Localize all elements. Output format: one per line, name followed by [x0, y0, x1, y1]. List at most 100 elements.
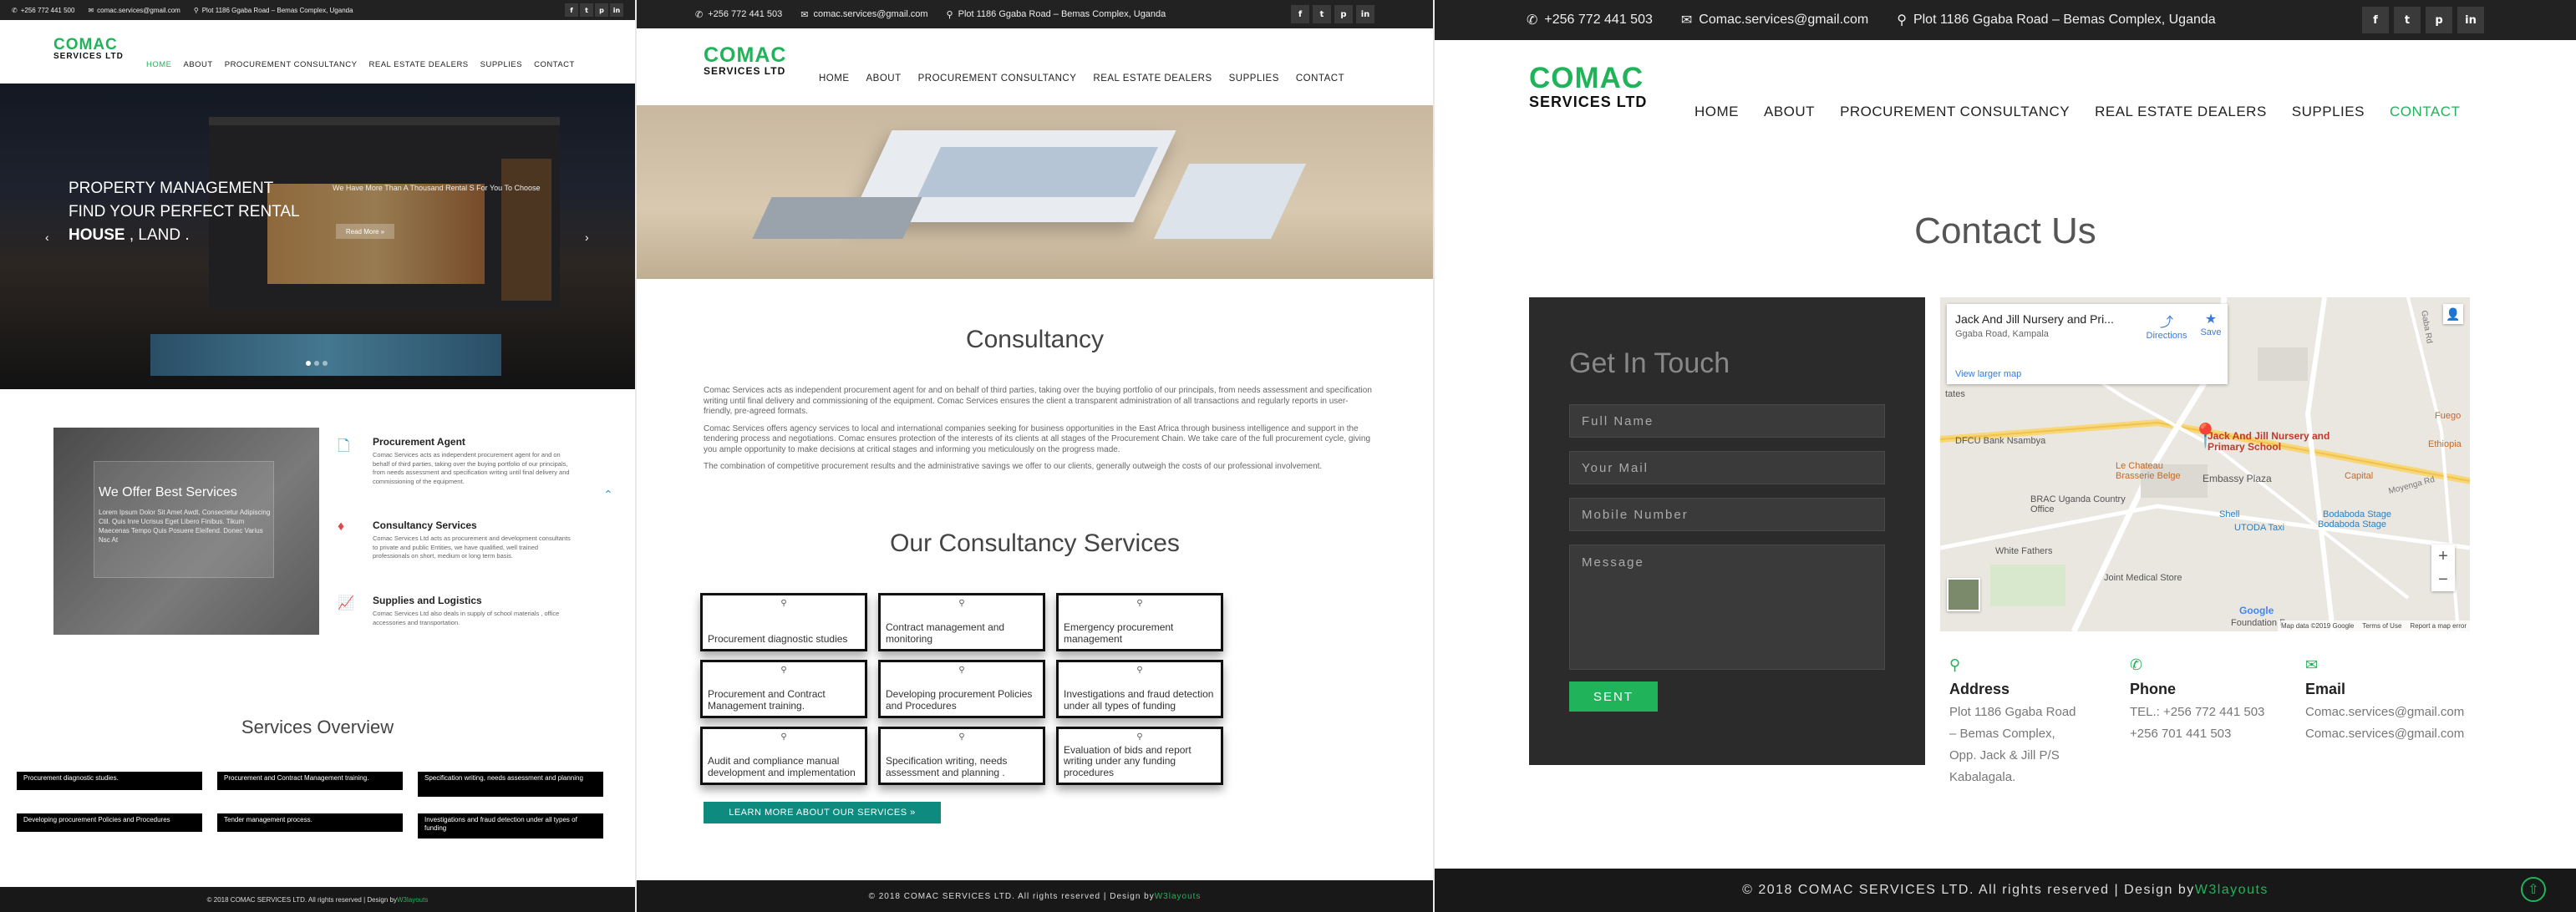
twitter-icon[interactable]: t: [2394, 7, 2421, 33]
scroll-to-top-icon[interactable]: ⇧: [2521, 877, 2546, 902]
email-info[interactable]: ✉ comac.services@gmail.com: [88, 7, 180, 14]
facebook-icon[interactable]: f: [1291, 5, 1309, 23]
nav-real-estate[interactable]: REAL ESTATE DEALERS: [369, 60, 469, 69]
phone-info: ✆ +256 772 441 503: [1527, 12, 1653, 28]
facebook-icon[interactable]: f: [2362, 7, 2389, 33]
twitter-icon[interactable]: t: [580, 3, 593, 17]
footer-design-link[interactable]: W3layouts: [397, 896, 428, 904]
overview-item[interactable]: Specification writing, needs assessment …: [418, 772, 603, 797]
mobile-input[interactable]: Mobile Number: [1569, 498, 1885, 531]
site-logo[interactable]: COMAC SERVICES LTD: [704, 45, 786, 77]
pin-icon: ⚲: [780, 732, 787, 742]
scroll-up-icon[interactable]: ⌃: [603, 488, 613, 502]
site-logo[interactable]: COMAC SERVICES LTD: [53, 37, 124, 61]
save-button[interactable]: ★ Save: [2194, 311, 2228, 337]
hero-subtext: We Have More Than A Thousand Rental S Fo…: [333, 184, 541, 192]
address-info: ⚲ Plot 1186 Ggaba Road – Bemas Complex, U…: [947, 9, 1166, 20]
linkedin-icon[interactable]: in: [2457, 7, 2484, 33]
map-label: UTODA Taxi: [2234, 523, 2285, 533]
facebook-icon[interactable]: f: [565, 3, 578, 17]
pinterest-icon[interactable]: p: [2426, 7, 2452, 33]
overview-item[interactable]: Procurement and Contract Management trai…: [217, 772, 403, 790]
slider-prev-icon[interactable]: ‹: [45, 231, 49, 244]
top-bar: ✆ +256 772 441 503 ✉ Comac.services@gmail.…: [1435, 0, 2576, 40]
overview-item[interactable]: Investigations and fraud detection under…: [418, 813, 603, 839]
site-logo[interactable]: COMAC SERVICES LTD: [1529, 63, 1647, 109]
nav-procurement[interactable]: PROCUREMENT CONSULTANCY: [1840, 104, 2070, 120]
full-name-input[interactable]: Full Name: [1569, 404, 1885, 438]
google-logo: Google: [2239, 605, 2274, 616]
service-card[interactable]: ⚲ Contract management and monitoring: [878, 593, 1045, 651]
linkedin-icon[interactable]: in: [1356, 5, 1374, 23]
email-info[interactable]: ✉ Comac.services@gmail.com: [1681, 12, 1868, 28]
twitter-icon[interactable]: t: [1313, 5, 1331, 23]
nav-about[interactable]: ABOUT: [866, 73, 902, 84]
logo-secondary: SERVICES LTD: [1529, 94, 1648, 110]
send-button[interactable]: SENT: [1569, 681, 1658, 712]
nav-procurement[interactable]: PROCUREMENT CONSULTANCY: [918, 73, 1077, 84]
nav-supplies[interactable]: SUPPLIES: [1229, 73, 1279, 84]
email-text[interactable]: comac.services@gmail.com: [97, 7, 180, 14]
map-label: Fuego: [2435, 411, 2462, 421]
overview-item[interactable]: Developing procurement Policies and Proc…: [17, 813, 202, 832]
service-card[interactable]: ⚲ Developing procurement Policies and Pro…: [878, 660, 1045, 718]
linkedin-icon[interactable]: in: [610, 3, 623, 17]
footer-design-link[interactable]: W3layouts: [2195, 883, 2269, 898]
directions-button[interactable]: ⤴ Directions: [2144, 311, 2189, 341]
feature-list: 🗋 Procurement Agent Comac Services acts …: [338, 436, 580, 645]
email-text[interactable]: comac.services@gmail.com: [813, 9, 927, 19]
consultancy-page-panel: ✆ +256 772 441 503 ✉ comac.services@gmail.…: [637, 0, 1433, 912]
email-info[interactable]: ✉ comac.services@gmail.com: [800, 9, 927, 20]
footer-design-link[interactable]: W3layouts: [1155, 892, 1202, 901]
google-map[interactable]: Jack And Jill Nursery and Pri... Ggaba R…: [1940, 297, 2470, 631]
nav-real-estate[interactable]: REAL ESTATE DEALERS: [1093, 73, 1212, 84]
nav-home[interactable]: HOME: [146, 60, 172, 69]
nav-contact[interactable]: CONTACT: [534, 60, 575, 69]
email-input[interactable]: Your Mail: [1569, 451, 1885, 484]
address-text: Plot 1186 Ggaba Road – Bemas Complex, Ug…: [201, 6, 353, 14]
pin-icon: ⚲: [958, 666, 965, 675]
overview-item[interactable]: Procurement diagnostic studies.: [17, 772, 202, 790]
nav-home[interactable]: HOME: [1694, 104, 1739, 120]
zoom-in-icon[interactable]: +: [2438, 547, 2448, 566]
service-card[interactable]: ⚲ Emergency procurement management: [1056, 593, 1223, 651]
phone-title: Phone: [2130, 681, 2177, 697]
service-card[interactable]: ⚲ Investigations and fraud detection unde…: [1056, 660, 1223, 718]
footer: © 2018 COMAC SERVICES LTD. All rights re…: [1435, 869, 2576, 912]
slider-next-icon[interactable]: ›: [585, 231, 589, 244]
overview-item[interactable]: Tender management process.: [217, 813, 403, 832]
service-card[interactable]: ⚲ Procurement diagnostic studies: [700, 593, 867, 651]
pinterest-icon[interactable]: p: [1334, 5, 1353, 23]
view-larger-map-link[interactable]: View larger map: [1955, 369, 2021, 379]
nav-supplies[interactable]: SUPPLIES: [2292, 104, 2365, 120]
map-info-card: Jack And Jill Nursery and Pri... Ggaba R…: [1947, 304, 2228, 384]
hero-slider: PROPERTY MANAGEMENT FIND YOUR PERFECT RE…: [0, 84, 635, 389]
phone-text: +256 772 441 500: [20, 6, 75, 14]
nav-procurement[interactable]: PROCUREMENT CONSULTANCY: [225, 60, 358, 69]
nav-supplies[interactable]: SUPPLIES: [480, 60, 522, 69]
directions-icon: ⤴: [2159, 316, 2173, 330]
service-card[interactable]: ⚲ Procurement and Contract Management tra…: [700, 660, 867, 718]
report-error-link[interactable]: Report a map error: [2410, 622, 2467, 630]
service-card[interactable]: ⚲ Audit and compliance manual development…: [700, 727, 867, 785]
service-card[interactable]: ⚲ Evaluation of bids and report writing u…: [1056, 727, 1223, 785]
terms-link[interactable]: Terms of Use: [2362, 622, 2401, 630]
nav-contact[interactable]: CONTACT: [2390, 104, 2460, 120]
nav-real-estate[interactable]: REAL ESTATE DEALERS: [2095, 104, 2267, 120]
email-text[interactable]: Comac.services@gmail.com: [1699, 13, 1868, 28]
nav-contact[interactable]: CONTACT: [1296, 73, 1344, 84]
message-textarea[interactable]: Message: [1569, 545, 1885, 670]
nav-home[interactable]: HOME: [819, 73, 850, 84]
learn-more-button[interactable]: LEARN MORE ABOUT OUR SERVICES »: [704, 802, 941, 823]
nav-about[interactable]: ABOUT: [1764, 104, 1815, 120]
satellite-toggle[interactable]: [1947, 578, 1980, 611]
nav-about[interactable]: ABOUT: [184, 60, 213, 69]
zoom-out-icon[interactable]: −: [2438, 570, 2448, 590]
slider-dots[interactable]: [306, 361, 328, 366]
location-pin-icon: ⚲: [193, 6, 199, 14]
pinterest-icon[interactable]: p: [595, 3, 608, 17]
location-pin-icon: ⚲: [1949, 656, 1961, 673]
service-card[interactable]: ⚲ Specification writing, needs assessment…: [878, 727, 1045, 785]
street-view-icon[interactable]: 👤: [2443, 304, 2463, 324]
read-more-button[interactable]: Read More »: [336, 224, 394, 239]
